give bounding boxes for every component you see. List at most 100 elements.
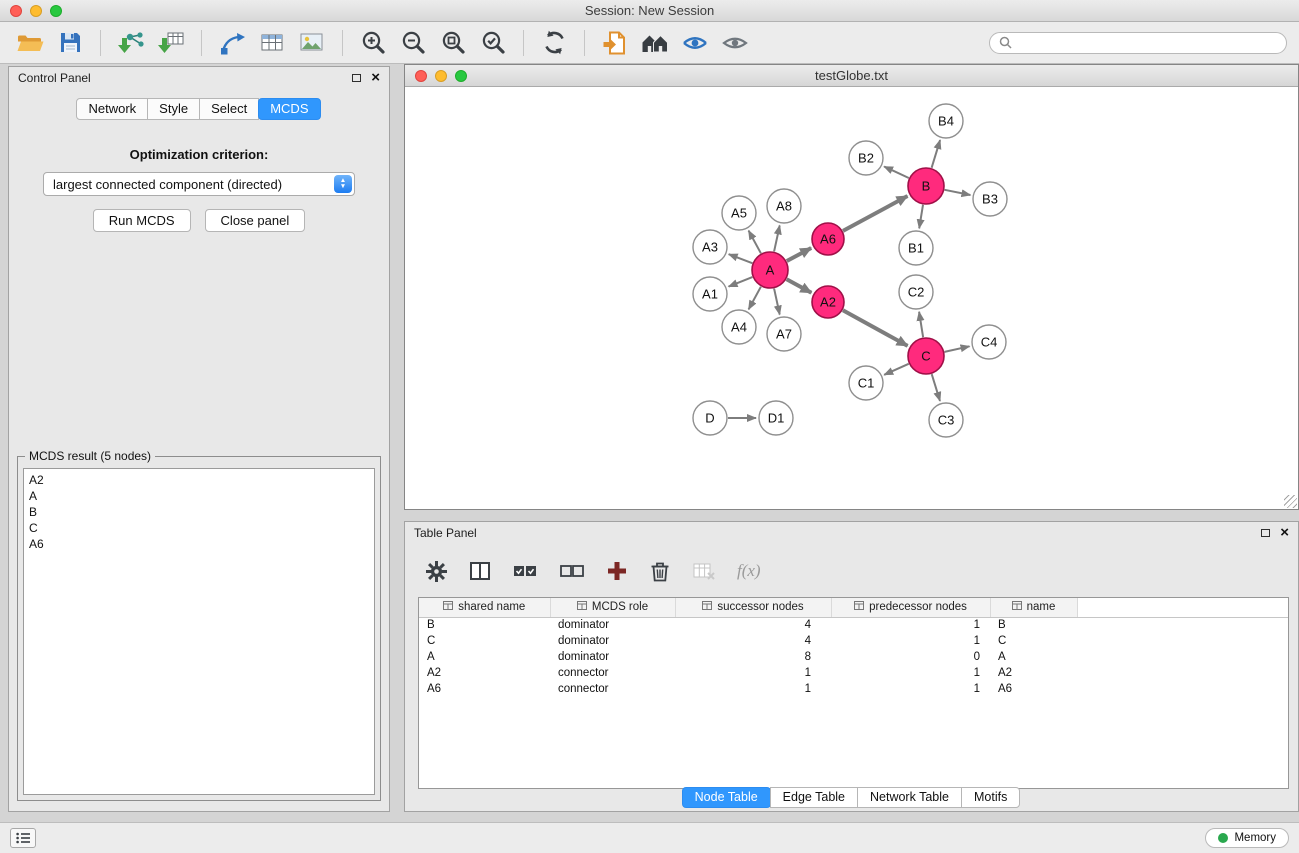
network-node-A6[interactable]: A6 <box>812 223 844 255</box>
network-edge-A-A6[interactable] <box>787 248 811 261</box>
table-cell[interactable]: dominator <box>550 633 675 649</box>
table-cell[interactable]: A6 <box>419 681 550 697</box>
resize-grip-icon[interactable] <box>1284 495 1297 508</box>
network-edge-C-C2[interactable] <box>919 312 923 337</box>
close-panel-icon[interactable]: × <box>371 72 380 84</box>
network-edge-C-C4[interactable] <box>945 346 970 352</box>
network-node-B3[interactable]: B3 <box>973 182 1007 216</box>
minimize-window-button[interactable] <box>30 5 42 17</box>
table-row[interactable]: A6connector11A6 <box>419 681 1288 697</box>
column-header-shared-name[interactable]: shared name <box>419 598 550 617</box>
close-window-button[interactable] <box>10 5 22 17</box>
deselect-all-rows-button[interactable] <box>559 561 585 581</box>
table-cell[interactable]: 1 <box>831 665 990 681</box>
memory-button[interactable]: Memory <box>1205 828 1289 848</box>
network-node-A[interactable]: A <box>752 252 788 288</box>
style-preview-button[interactable] <box>677 26 713 60</box>
column-header-name[interactable]: name <box>990 598 1077 617</box>
network-snapshot-button[interactable] <box>597 26 633 60</box>
network-node-C[interactable]: C <box>908 338 944 374</box>
zoom-fit-button[interactable] <box>435 26 471 60</box>
add-column-button[interactable] <box>606 560 628 582</box>
network-node-A1[interactable]: A1 <box>693 277 727 311</box>
network-edge-A6-B[interactable] <box>843 196 908 231</box>
task-history-button[interactable] <box>10 828 36 848</box>
run-mcds-button[interactable]: Run MCDS <box>93 209 191 232</box>
tab-select[interactable]: Select <box>199 98 259 120</box>
table-row[interactable]: Bdominator41B <box>419 617 1288 633</box>
tab-style[interactable]: Style <box>147 98 200 120</box>
export-image-button[interactable] <box>294 26 330 60</box>
network-node-B2[interactable]: B2 <box>849 141 883 175</box>
apply-function-button[interactable]: f(x) <box>737 561 761 581</box>
search-field[interactable] <box>989 32 1287 54</box>
network-graph[interactable]: B4B2BB3A5A8A6B1A3AC2A1A2A4A7C4CC1C3DD1 <box>405 87 1296 509</box>
show-graphics-details-button[interactable] <box>717 26 753 60</box>
network-edge-B-B1[interactable] <box>919 205 923 229</box>
mcds-result-item[interactable]: A2 <box>29 472 369 488</box>
network-edge-A-A7[interactable] <box>774 289 780 315</box>
network-node-D1[interactable]: D1 <box>759 401 793 435</box>
column-sort-icon[interactable] <box>1012 601 1022 613</box>
float-table-panel-icon[interactable] <box>1261 529 1270 537</box>
table-cell[interactable]: 4 <box>675 617 831 633</box>
new-table-button[interactable] <box>254 26 290 60</box>
mcds-result-item[interactable]: A <box>29 488 369 504</box>
network-node-A5[interactable]: A5 <box>722 196 756 230</box>
network-edge-A-A1[interactable] <box>729 277 753 287</box>
network-edge-B-B4[interactable] <box>932 140 941 168</box>
import-table-button[interactable] <box>153 26 189 60</box>
table-row[interactable]: Adominator80A <box>419 649 1288 665</box>
minimize-network-window-button[interactable] <box>435 70 447 82</box>
column-sort-icon[interactable] <box>443 601 453 613</box>
table-cell[interactable]: 1 <box>675 681 831 697</box>
tab-node-table[interactable]: Node Table <box>682 787 771 808</box>
tab-network[interactable]: Network <box>76 98 148 120</box>
network-edge-B-B3[interactable] <box>945 190 971 195</box>
close-table-panel-icon[interactable]: × <box>1280 527 1289 539</box>
table-cell[interactable]: 1 <box>675 665 831 681</box>
select-all-rows-button[interactable] <box>512 561 538 581</box>
network-node-C1[interactable]: C1 <box>849 366 883 400</box>
close-panel-button[interactable]: Close panel <box>205 209 306 232</box>
network-node-C4[interactable]: C4 <box>972 325 1006 359</box>
table-cell[interactable]: connector <box>550 681 675 697</box>
close-network-window-button[interactable] <box>415 70 427 82</box>
network-node-B1[interactable]: B1 <box>899 231 933 265</box>
tab-mcds[interactable]: MCDS <box>258 98 320 120</box>
network-edge-A-A3[interactable] <box>729 254 753 263</box>
network-edge-A-A8[interactable] <box>774 226 780 252</box>
table-row[interactable]: A2connector11A2 <box>419 665 1288 681</box>
column-header-predecessor-nodes[interactable]: predecessor nodes <box>831 598 990 617</box>
optimization-criterion-select[interactable]: largest connected component (directed) ▲… <box>43 172 355 196</box>
table-cell[interactable]: C <box>419 633 550 649</box>
table-cell[interactable]: C <box>990 633 1077 649</box>
table-cell[interactable]: connector <box>550 665 675 681</box>
network-node-B[interactable]: B <box>908 168 944 204</box>
network-node-D[interactable]: D <box>693 401 727 435</box>
zoom-out-button[interactable] <box>395 26 431 60</box>
table-settings-button[interactable] <box>425 560 448 583</box>
column-header-successor-nodes[interactable]: successor nodes <box>675 598 831 617</box>
table-cell[interactable]: A6 <box>990 681 1077 697</box>
mcds-result-item[interactable]: A6 <box>29 536 369 552</box>
network-node-A3[interactable]: A3 <box>693 230 727 264</box>
zoom-selected-button[interactable] <box>475 26 511 60</box>
table-cell[interactable]: 8 <box>675 649 831 665</box>
mcds-result-item[interactable]: B <box>29 504 369 520</box>
zoom-network-window-button[interactable] <box>455 70 467 82</box>
delete-column-button[interactable] <box>649 560 671 583</box>
table-cell[interactable]: B <box>419 617 550 633</box>
float-panel-icon[interactable] <box>352 74 361 82</box>
table-cell[interactable]: A2 <box>990 665 1077 681</box>
save-session-button[interactable] <box>52 26 88 60</box>
network-edge-B-B2[interactable] <box>884 167 909 179</box>
network-edge-A-A4[interactable] <box>749 287 761 310</box>
column-sort-icon[interactable] <box>577 601 587 613</box>
network-node-C2[interactable]: C2 <box>899 275 933 309</box>
table-cell[interactable]: 1 <box>831 681 990 697</box>
network-node-A2[interactable]: A2 <box>812 286 844 318</box>
mcds-result-item[interactable]: C <box>29 520 369 536</box>
table-cell[interactable]: 1 <box>831 617 990 633</box>
table-cell[interactable]: A <box>990 649 1077 665</box>
